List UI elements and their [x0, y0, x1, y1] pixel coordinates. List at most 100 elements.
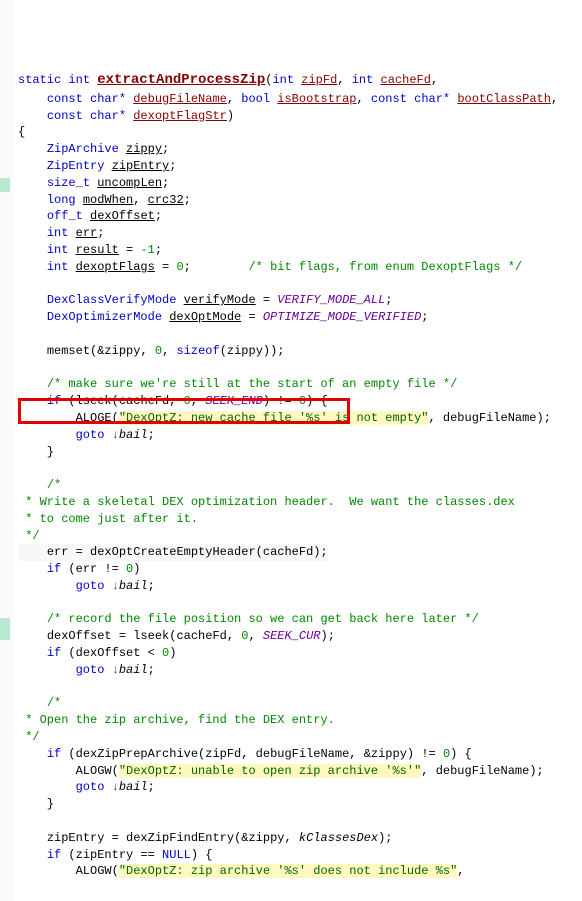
type: int	[272, 73, 294, 87]
arg: cacheFd	[176, 629, 226, 643]
keyword: if	[47, 562, 61, 576]
type: off_t	[47, 209, 83, 223]
call: ALOGE	[76, 411, 112, 425]
constant: SEEK_END	[205, 394, 263, 408]
code-viewer: static int extractAndProcessZip(int zipF…	[0, 0, 582, 901]
type: DexOptimizerMode	[47, 310, 162, 324]
call: lseek	[133, 629, 169, 643]
keyword: if	[47, 646, 61, 660]
comment: /* bit flags, from enum DexoptFlags */	[248, 260, 522, 274]
constant: kClassesDex	[299, 831, 378, 845]
keyword: static	[18, 73, 61, 87]
local-var: uncompLen	[97, 176, 162, 190]
call: lseek	[76, 394, 112, 408]
number: 0	[241, 629, 248, 643]
call: dexOptCreateEmptyHeader	[90, 545, 256, 559]
goto-label: bail	[112, 579, 148, 593]
param: isBootstrap	[277, 92, 356, 106]
constant: SEEK_CUR	[263, 629, 321, 643]
comment: /* record the file position so we can ge…	[47, 612, 479, 626]
call: dexZipFindEntry	[126, 831, 234, 845]
local-var: err	[76, 226, 98, 240]
type: ZipArchive	[47, 142, 119, 156]
arg: &zippy	[241, 831, 284, 845]
param: zipFd	[301, 73, 337, 87]
enum-value: VERIFY_MODE_ALL	[277, 293, 385, 307]
param: cacheFd	[381, 73, 431, 87]
local-var: err	[76, 562, 98, 576]
type: int	[47, 260, 69, 274]
arg: debugFileName	[256, 747, 350, 761]
keyword: goto	[76, 780, 105, 794]
arg: debugFileName	[436, 764, 530, 778]
number: 0	[299, 394, 306, 408]
fold-marker	[0, 618, 10, 640]
param: bootClassPath	[457, 92, 551, 106]
gutter	[0, 0, 14, 901]
type: bool	[241, 92, 270, 106]
number: 0	[162, 646, 169, 660]
number: 0	[176, 260, 183, 274]
local-var: zipEntry	[47, 831, 105, 845]
type: long	[47, 193, 76, 207]
type: const char*	[47, 109, 126, 123]
local-var: dexoptFlags	[76, 260, 155, 274]
local-var: zipEntry	[112, 159, 170, 173]
local-var: dexOffset	[90, 209, 155, 223]
call: memset	[47, 344, 90, 358]
string: "DexOptZ: zip archive '%s' does not incl…	[119, 864, 457, 878]
arg: zipFd	[205, 747, 241, 761]
comment: /*	[47, 478, 61, 492]
keyword: goto	[76, 428, 105, 442]
comment: /*	[47, 696, 61, 710]
keyword: goto	[76, 579, 105, 593]
goto-label: bail	[112, 780, 148, 794]
number: 0	[126, 562, 133, 576]
number: 0	[184, 394, 191, 408]
keyword: if	[47, 747, 61, 761]
arg: cacheFd	[263, 545, 313, 559]
type: int	[47, 226, 69, 240]
highlighted-line: err = dexOptCreateEmptyHeader(cacheFd);	[18, 544, 328, 561]
arg: cacheFd	[119, 394, 169, 408]
comment: */	[18, 730, 40, 744]
keyword: NULL	[162, 848, 191, 862]
function-name: extractAndProcessZip	[97, 72, 265, 88]
number: 0	[155, 344, 162, 358]
keyword: if	[47, 848, 61, 862]
local-var: dexOffset	[76, 646, 141, 660]
number: 0	[443, 747, 450, 761]
type: ZipEntry	[47, 159, 105, 173]
param: debugFileName	[133, 92, 227, 106]
type: const char*	[47, 92, 126, 106]
type: int	[68, 73, 90, 87]
local-var: crc32	[148, 193, 184, 207]
local-var: result	[76, 243, 119, 257]
enum-value: OPTIMIZE_MODE_VERIFIED	[263, 310, 421, 324]
comment: * Write a skeletal DEX optimization head…	[18, 495, 515, 509]
goto-label: bail	[112, 428, 148, 442]
call: ALOGW	[76, 764, 112, 778]
string: "DexOptZ: new cache file '%s' is not emp…	[119, 411, 429, 425]
comment: * to come just after it.	[18, 512, 198, 526]
param: dexoptFlagStr	[133, 109, 227, 123]
call: dexZipPrepArchive	[76, 747, 198, 761]
type: int	[352, 73, 374, 87]
type: const char*	[371, 92, 450, 106]
type: DexClassVerifyMode	[47, 293, 177, 307]
local-var: dexOptMode	[169, 310, 241, 324]
arg: &zippy	[97, 344, 140, 358]
local-var: err	[47, 545, 69, 559]
keyword: if	[47, 394, 61, 408]
local-var: zippy	[126, 142, 162, 156]
local-var: zipEntry	[76, 848, 134, 862]
arg: zippy	[227, 344, 263, 358]
goto-label: bail	[112, 663, 148, 677]
brace: {	[18, 125, 25, 139]
type: size_t	[47, 176, 90, 190]
fold-marker	[0, 178, 10, 192]
local-var: verifyMode	[184, 293, 256, 307]
keyword: sizeof	[176, 344, 219, 358]
comment: */	[18, 529, 40, 543]
arg: &zippy	[364, 747, 407, 761]
